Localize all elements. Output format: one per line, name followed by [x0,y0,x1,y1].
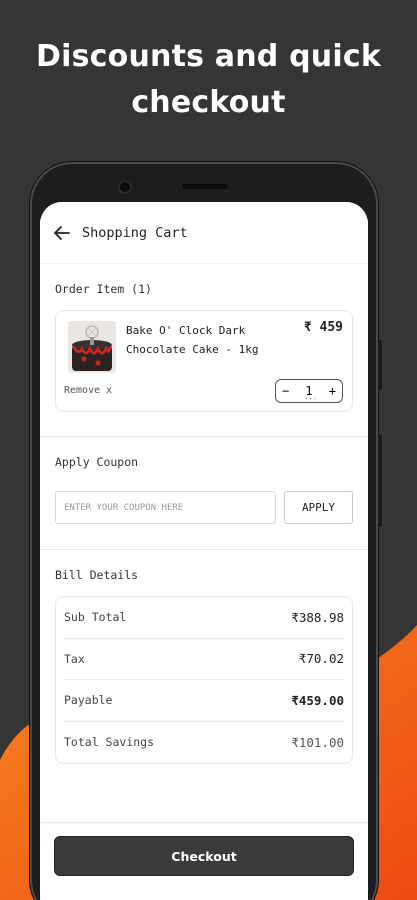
bill-section-title: Bill Details [55,568,139,582]
bill-row-payable: Payable ₹459.00 [64,680,344,722]
bill-value: ₹388.98 [291,609,344,625]
promo-headline-line1: Discounts and quick [36,39,381,74]
cart-item-card: Bake O' Clock Dark Chocolate Cake - 1kg … [55,310,353,412]
remove-item-link[interactable]: Remove x [64,385,112,396]
cake-image [68,321,116,373]
arrow-left-icon[interactable] [52,223,72,243]
coupon-input[interactable] [55,491,276,524]
quantity-stepper: − 1 + [275,379,343,403]
coupon-row: APPLY [40,491,368,524]
increment-button[interactable]: + [329,384,336,398]
phone-camera [118,180,132,194]
decrement-button[interactable]: − [282,384,289,398]
apply-coupon-button[interactable]: APPLY [284,491,353,524]
phone-power-button [378,340,382,390]
item-price: ₹ 459 [303,320,343,335]
bill-label: Total Savings [64,735,155,750]
page-title: Shopping Cart [82,224,188,241]
bill-label: Payable [64,693,113,708]
checkout-bar: Checkout [40,822,368,900]
quantity-value: 1 [304,384,317,401]
bill-row-subtotal: Sub Total ₹388.98 [64,597,344,639]
app-bar: Shopping Cart [40,202,368,264]
order-section-title: Order Item (1) [55,282,152,296]
phone-volume-button [378,435,382,527]
promo-headline-line2: checkout [131,85,286,120]
bill-label: Tax [64,651,85,666]
bill-details-card: Sub Total ₹388.98 Tax ₹70.02 Payable ₹45… [55,596,353,764]
coupon-section-title: Apply Coupon [55,455,139,469]
item-name: Bake O' Clock Dark Chocolate Cake - 1kg [126,324,259,356]
promo-headline: Discounts and quick checkout [0,34,417,126]
bill-row-savings: Total Savings ₹101.00 [64,722,344,764]
bill-value: ₹459.00 [291,692,344,708]
app-screen: Shopping Cart Order Item (1) Bake O' Clo… [40,202,368,900]
bill-label: Sub Total [64,610,127,625]
bill-row-tax: Tax ₹70.02 [64,639,344,680]
checkout-button[interactable]: Checkout [54,836,354,876]
bill-value: ₹70.02 [298,651,344,667]
bill-value: ₹101.00 [291,734,344,750]
phone-speaker [182,184,228,189]
